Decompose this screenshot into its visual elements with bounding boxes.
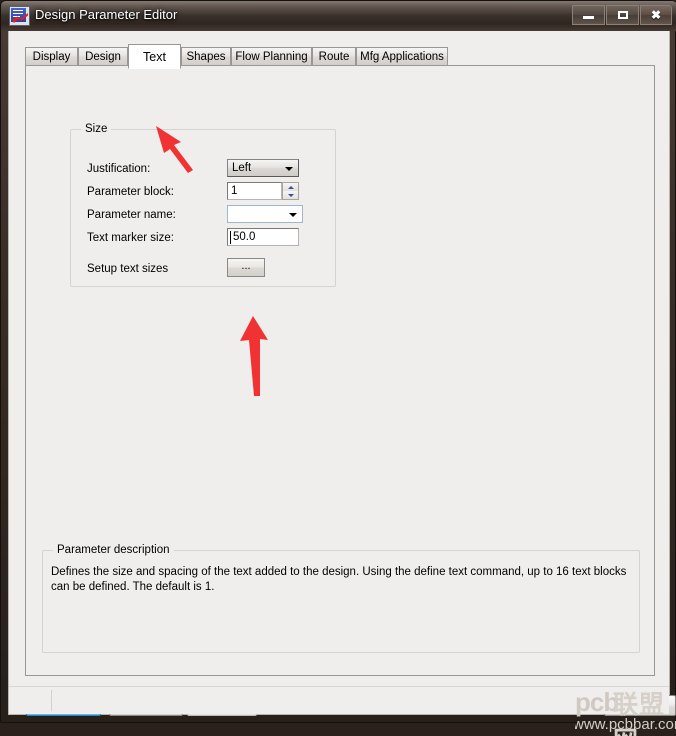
chevron-down-icon [285,167,293,171]
text-marker-size-input[interactable]: 50.0 [227,228,299,246]
app-icon-line-3 [13,16,20,17]
size-group-title: Size [81,123,112,135]
tab-mfg-applications[interactable]: Mfg Applications [356,47,448,66]
text-marker-size-value: 50.0 [233,231,256,243]
title-bar[interactable]: Design Parameter Editor ✖ [1,1,676,31]
tab-text[interactable]: Text [128,44,181,69]
tab-flow-planning-label: Flow Planning [235,50,308,63]
status-bar-divider [51,690,52,711]
tab-panel-text: Size Justification: Left Parameter block… [25,65,655,676]
tab-flow-planning[interactable]: Flow Planning [231,47,312,66]
tab-display-label: Display [32,50,71,63]
window-title: Design Parameter Editor [35,7,178,22]
app-icon-line-1 [13,10,23,11]
text-marker-size-label: Text marker size: [87,232,174,244]
parameter-block-value: 1 [231,185,238,197]
maximize-button[interactable] [606,5,639,25]
parameter-description-text: Defines the size and spacing of the text… [51,566,627,593]
close-icon: ✖ [650,8,662,22]
close-button[interactable]: ✖ [640,5,672,25]
stepper-down-icon[interactable] [283,191,298,199]
client-area: Display Design Text Shapes Flow Planning… [8,31,676,736]
tab-route-label: Route [318,50,350,63]
parameter-name-label: Parameter name: [87,209,176,221]
setup-text-sizes-label: Setup text sizes [87,263,169,275]
setup-text-sizes-button-label: ... [241,260,251,272]
parameter-block-label: Parameter block: [87,186,174,198]
application-window: Design Parameter Editor ✖ Display Design… [0,0,676,736]
tab-design-label: Design [85,50,121,63]
parameter-description-group-box: Parameter description Defines the size a… [42,544,640,653]
watermark-url: www.pcbbar.com [575,716,676,733]
tab-text-label: Text [143,49,166,64]
tab-display[interactable]: Display [25,47,78,66]
size-group-box: Size Justification: Left Parameter block… [70,123,336,287]
maximize-icon [607,6,638,24]
tab-mfg-applications-label: Mfg Applications [360,50,444,63]
justification-label: Justification: [87,163,151,175]
tab-design[interactable]: Design [78,47,128,66]
parameter-block-stepper[interactable] [282,182,299,200]
app-icon [9,6,30,26]
parameter-name-combo[interactable] [227,205,303,223]
status-bar [9,686,669,714]
minimize-button[interactable] [572,5,605,25]
tab-shapes[interactable]: Shapes [181,47,231,66]
justification-combo[interactable]: Left [227,159,299,177]
text-caret [230,231,231,244]
justification-value: Left [232,162,252,174]
tab-strip: Display Design Text Shapes Flow Planning… [25,44,655,69]
parameter-description-title: Parameter description [53,544,174,556]
setup-text-sizes-button[interactable]: ... [227,258,265,277]
parameter-block-input[interactable]: 1 [227,182,282,200]
chevron-down-icon [289,213,297,217]
annotation-arrow-to-setup-button [240,316,268,396]
tab-shapes-label: Shapes [186,50,226,63]
tab-route[interactable]: Route [312,47,356,66]
minimize-icon [573,6,604,24]
app-icon-line-2 [13,13,23,14]
